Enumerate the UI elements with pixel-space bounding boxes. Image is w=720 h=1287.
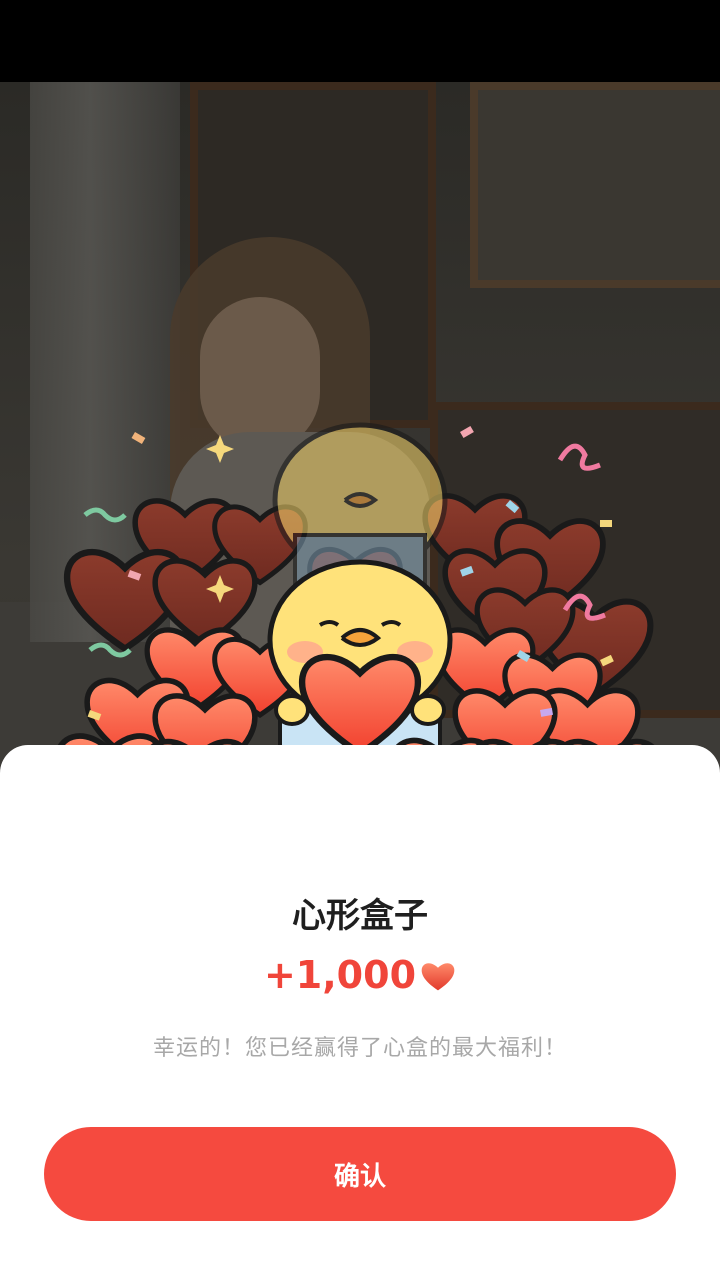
background-picture-frame — [470, 82, 720, 288]
reward-amount: +1,000 — [263, 953, 417, 997]
reward-amount-row: +1,000 — [0, 953, 720, 997]
status-bar — [0, 0, 720, 82]
reward-message: 幸运的！您已经赢得了心盒的最大福利！ — [152, 1036, 567, 1061]
heart-icon — [420, 958, 456, 992]
dialog-title: 心形盒子 — [292, 896, 428, 936]
confirm-button[interactable]: 确认 — [44, 1127, 676, 1221]
